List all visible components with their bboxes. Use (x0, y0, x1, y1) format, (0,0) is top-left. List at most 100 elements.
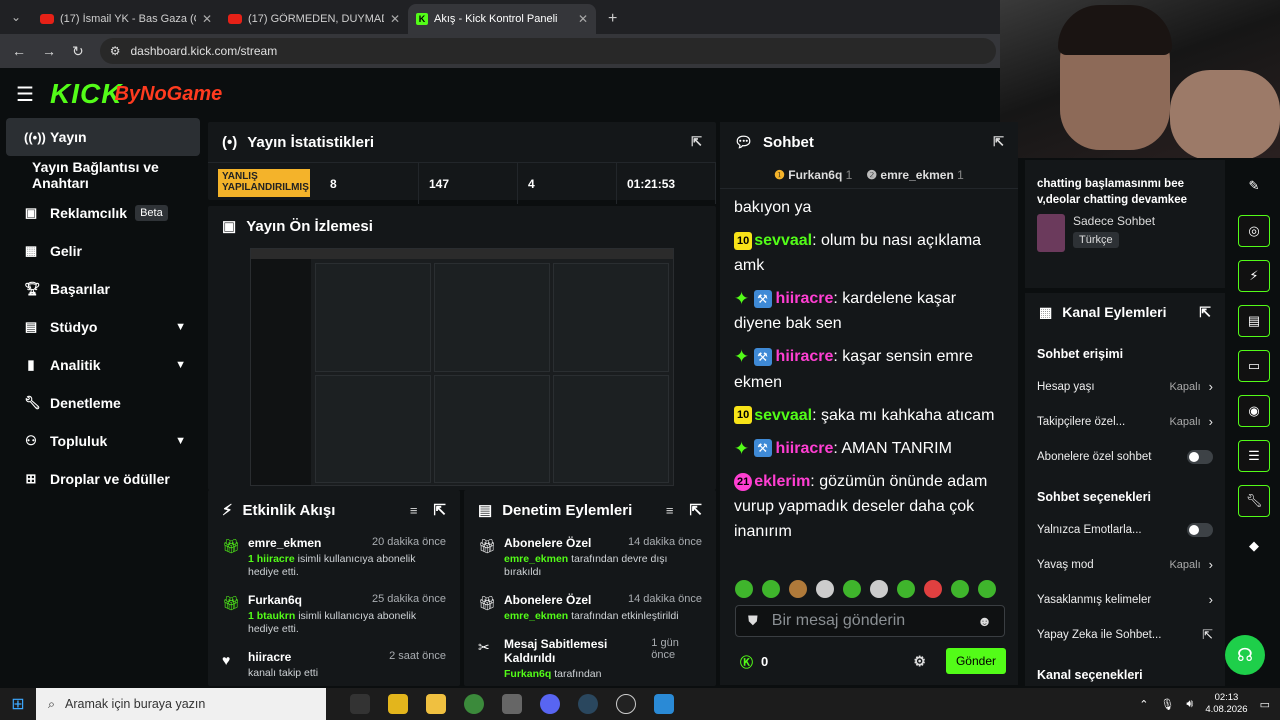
emote-icon[interactable] (897, 580, 915, 598)
obs-icon[interactable] (616, 694, 636, 714)
broadcast-icon[interactable]: ◉ (1238, 395, 1270, 427)
new-tab-button[interactable]: + (596, 4, 629, 34)
chat-username[interactable]: sevvaal (754, 232, 812, 249)
sidebar-item-drops[interactable]: ⊞ Droplar ve ödüller (6, 460, 200, 498)
followers-only-setting[interactable]: Takipçilere özel... Kapalı › (1025, 404, 1225, 439)
emote-icon[interactable] (924, 580, 942, 598)
browser-tab-2[interactable]: (17) GÖRMEDEN, DUYMADAN ✕ (220, 4, 408, 34)
tab-search-icon[interactable]: ⌄ (0, 0, 32, 34)
close-tab-icon[interactable]: ✕ (390, 12, 400, 26)
category-thumbnail[interactable] (1037, 214, 1065, 252)
account-age-setting[interactable]: Hesap yaşı Kapalı › (1025, 369, 1225, 404)
kick-logo[interactable]: KICK (50, 78, 122, 110)
chat-username[interactable]: hiiracre (776, 440, 834, 457)
sidebar-item-stream-key[interactable]: Yayın Bağlantısı ve Anahtarı (6, 156, 200, 194)
site-info-icon[interactable]: ⚙ (110, 44, 121, 58)
language-tag[interactable]: Türkçe (1073, 232, 1119, 248)
camera-icon[interactable]: ◎ (1238, 215, 1270, 247)
popout-icon[interactable]: ⇱ (689, 501, 702, 519)
chat-username[interactable]: eklerim (754, 473, 810, 490)
chat-message[interactable]: 10 sevvaal: olum bu nası açıklama amk (734, 228, 1004, 278)
chat-message[interactable]: 10 sevvaal: şaka mı kahkaha atıcam (734, 403, 1004, 428)
emoji-icon[interactable]: ☻ (977, 613, 992, 629)
chat-username[interactable]: sevvaal (754, 407, 812, 424)
subscribers-only-toggle[interactable] (1187, 449, 1213, 464)
category-name[interactable]: Sadece Sohbet (1073, 214, 1155, 228)
taskbar-search[interactable]: ⌕ Aramak için buraya yazın (36, 688, 326, 720)
hamburger-menu-icon[interactable]: ☰ (0, 82, 50, 107)
kick-points-icon[interactable]: Ⓚ (740, 652, 753, 671)
chat-message[interactable]: bakıyon ya (734, 195, 1004, 220)
clock[interactable]: 02:13 4.08.2026 (1205, 692, 1247, 716)
sidebar-item-studio[interactable]: ▤ Stüdyo ▼ (6, 308, 200, 346)
sidebar-item-achievements[interactable]: 🏆︎ Başarılar (6, 270, 200, 308)
misconfigured-warning[interactable]: YANLIŞ YAPILANDIRILMIŞ (218, 169, 310, 197)
emote-icon[interactable] (789, 580, 807, 598)
close-tab-icon[interactable]: ✕ (578, 12, 588, 26)
url-field[interactable]: ⚙ dashboard.kick.com/stream (99, 38, 996, 64)
popout-icon[interactable]: ⇱ (433, 501, 446, 519)
filter-icon[interactable]: ≡ (410, 503, 418, 518)
emote-icon[interactable] (951, 580, 969, 598)
chat-bubble-icon[interactable]: ▭ (1238, 350, 1270, 382)
chat-message[interactable]: ✦ ⚒ hiiracre: kardelene kaşar diyene bak … (734, 286, 1004, 336)
edit-icon[interactable]: ✎ (1238, 170, 1270, 202)
volume-icon[interactable]: 🔊︎ (1186, 698, 1193, 711)
lightning-icon[interactable]: ⚡︎ (1238, 260, 1270, 292)
sidebar-item-moderation[interactable]: 🔧︎ Denetleme (6, 384, 200, 422)
sidebar-item-yayin[interactable]: ((•)) Yayın (6, 118, 200, 156)
app-icon[interactable] (654, 694, 674, 714)
chevron-up-icon[interactable]: ⌃ (1139, 698, 1148, 711)
panels-icon[interactable]: ☰ (1238, 440, 1270, 472)
browser-tab-3[interactable]: K Akış - Kick Kontrol Paneli ✕ (408, 4, 596, 34)
document-icon[interactable]: ▤ (1238, 305, 1270, 337)
app-icon[interactable] (502, 694, 522, 714)
forward-icon[interactable]: → (42, 43, 56, 59)
task-view-icon[interactable] (350, 694, 370, 714)
reload-icon[interactable]: ↻ (72, 43, 84, 60)
close-tab-icon[interactable]: ✕ (202, 12, 212, 26)
back-icon[interactable]: ← (12, 43, 26, 59)
discord-icon[interactable] (540, 694, 560, 714)
emote-icon[interactable] (735, 580, 753, 598)
chat-username[interactable]: hiiracre (776, 348, 834, 365)
chat-message[interactable]: ✦ ⚒ hiiracre: AMAN TANRIM (734, 436, 1004, 461)
file-explorer-icon[interactable] (426, 694, 446, 714)
shapes-icon[interactable]: ◆ (1238, 530, 1270, 562)
popout-icon[interactable]: ⇱ (691, 134, 702, 150)
sidebar-item-ads[interactable]: ▣ Reklamcılık Beta (6, 194, 200, 232)
gifter-2[interactable]: ❷ emre_ekmen 1 (866, 168, 964, 182)
chrome-icon[interactable] (464, 694, 484, 714)
gear-icon[interactable]: ⚙ (913, 653, 926, 670)
popout-icon[interactable]: ⇱ (993, 134, 1004, 150)
chat-username[interactable]: hiiracre (776, 290, 834, 307)
slow-mode-setting[interactable]: Yavaş mod Kapalı › (1025, 547, 1225, 582)
banned-words-setting[interactable]: Yasaklanmış kelimeler › (1025, 582, 1225, 617)
steam-icon[interactable] (578, 694, 598, 714)
emote-icon[interactable] (978, 580, 996, 598)
sidebar-item-community[interactable]: ⚇ Topluluk ▼ (6, 422, 200, 460)
notifications-icon[interactable]: ▭ (1260, 698, 1270, 711)
sidebar-item-analytics[interactable]: ▮ Analitik ▼ (6, 346, 200, 384)
wrench-icon[interactable]: 🔧︎ (1238, 485, 1270, 517)
emote-icon[interactable] (762, 580, 780, 598)
gifter-1[interactable]: ❶ Furkan6q 1 (774, 168, 852, 182)
filter-icon[interactable]: ≡ (666, 503, 674, 518)
windows-start-icon[interactable]: ⊞ (0, 694, 36, 714)
stream-preview-video[interactable] (250, 248, 674, 486)
emote-icon[interactable] (816, 580, 834, 598)
emote-only-toggle[interactable] (1187, 522, 1213, 537)
chat-message[interactable]: ✦ ⚒ hiiracre: kaşar sensin emre ekmen (734, 344, 1004, 394)
popout-icon[interactable]: ⇱ (1199, 304, 1211, 321)
send-button[interactable]: Gönder (945, 648, 1006, 674)
chat-message[interactable]: 21 eklerim: gözümün önünde adam vurup yap… (734, 469, 1004, 544)
emote-icon[interactable] (870, 580, 888, 598)
chat-input[interactable]: ⛊ Bir mesaj gönderin ☻ (735, 605, 1005, 637)
ai-chat-setting[interactable]: Yapay Zeka ile Sohbet... ⇱ (1025, 617, 1225, 652)
emote-icon[interactable] (843, 580, 861, 598)
microphone-icon[interactable]: 🎙︎ (1160, 698, 1174, 711)
support-headset-icon[interactable]: ☊ (1225, 635, 1265, 675)
app-icon[interactable] (388, 694, 408, 714)
sidebar-item-revenue[interactable]: ▦ Gelir (6, 232, 200, 270)
browser-tab-1[interactable]: (17) İsmail YK - Bas Gaza (Offici ✕ (32, 4, 220, 34)
